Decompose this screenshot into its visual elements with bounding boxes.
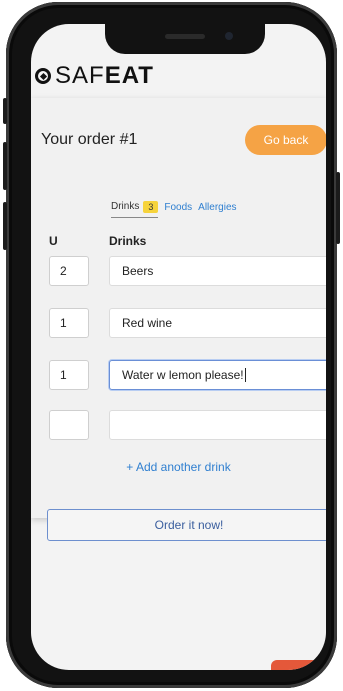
text-caret (244, 368, 246, 382)
drink-field-focused[interactable]: Water w lemon please! (109, 360, 326, 390)
tab-allergies[interactable]: Allergies (198, 202, 236, 217)
notch (105, 24, 265, 54)
qty-field[interactable]: 2 (49, 256, 89, 286)
qty-field[interactable]: 1 (49, 360, 89, 390)
tab-drinks[interactable]: Drinks 3 (111, 200, 159, 218)
volume-down-button (3, 202, 7, 250)
qty-field[interactable]: 1 (49, 308, 89, 338)
order-card: Your order #1 Go back Drinks 3 Foods All… (31, 98, 326, 541)
app-logo: SAF EAT (35, 62, 154, 90)
qty-column-header: U (49, 234, 58, 248)
logo-icon (35, 68, 51, 84)
add-drink-link[interactable]: + Add another drink (31, 460, 326, 474)
go-back-button[interactable]: Go back (245, 125, 326, 155)
logo-text-bold: EAT (104, 62, 154, 89)
order-now-button[interactable]: Order it now! (47, 509, 326, 541)
phone-frame: SAF EAT Your order #1 Go back Drinks 3 Fo… (3, 2, 340, 688)
drinks-count-badge: 3 (143, 200, 159, 213)
drink-field[interactable]: Red wine (109, 308, 326, 338)
drink-field[interactable]: Beers (109, 256, 326, 286)
page-title: Your order #1 (41, 131, 138, 148)
drink-field-text: Water w lemon please! (122, 368, 244, 382)
speaker (165, 34, 205, 39)
qty-field-empty[interactable] (49, 410, 89, 440)
volume-up-button (3, 142, 7, 190)
tab-drinks-label: Drinks (111, 201, 140, 212)
order-tabs: Drinks 3 Foods Allergies (111, 198, 237, 220)
camera-icon (225, 32, 233, 40)
logo-text-light: SAF (55, 62, 105, 89)
drinks-column-header: Drinks (109, 234, 147, 248)
corner-action-tab[interactable] (271, 660, 326, 670)
power-button (336, 172, 340, 244)
drink-field-empty[interactable] (109, 410, 326, 440)
tab-foods[interactable]: Foods (164, 202, 192, 217)
app-screen: SAF EAT Your order #1 Go back Drinks 3 Fo… (31, 24, 326, 670)
mute-switch (3, 98, 7, 124)
